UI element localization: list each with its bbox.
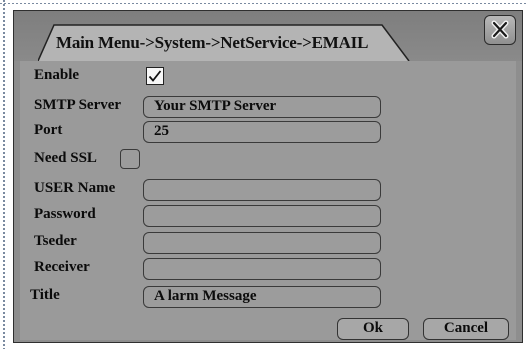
- title-bar: Main Menu->System->NetService->EMAIL: [14, 11, 522, 61]
- checkmark-icon: [148, 70, 162, 82]
- title-label: Title: [30, 287, 60, 303]
- sender-row: Tseder: [20, 231, 516, 255]
- enable-label: Enable: [34, 67, 80, 83]
- need-ssl-row: Need SSL: [20, 148, 516, 172]
- need-ssl-checkbox[interactable]: [120, 149, 140, 169]
- enable-row: Enable: [20, 65, 516, 89]
- close-button[interactable]: [484, 15, 516, 45]
- smtp-server-input[interactable]: Your SMTP Server: [143, 96, 381, 118]
- sender-input[interactable]: [143, 232, 381, 254]
- receiver-input[interactable]: [143, 258, 381, 280]
- smtp-server-row: SMTP Server Your SMTP Server: [20, 95, 516, 119]
- port-input[interactable]: 25: [143, 121, 381, 143]
- ok-button[interactable]: Ok: [337, 318, 409, 340]
- receiver-row: Receiver: [20, 257, 516, 281]
- title-row: Title A larm Message: [20, 285, 516, 309]
- user-name-label: USER Name: [34, 180, 116, 196]
- password-row: Password: [20, 204, 516, 228]
- smtp-server-label: SMTP Server: [34, 97, 122, 113]
- breadcrumb: Main Menu->System->NetService->EMAIL: [56, 33, 369, 52]
- title-input[interactable]: A larm Message: [143, 286, 381, 308]
- user-name-row: USER Name: [20, 178, 516, 202]
- enable-checkbox[interactable]: [146, 67, 164, 85]
- password-input[interactable]: [143, 205, 381, 227]
- email-settings-dialog: Main Menu->System->NetService->EMAIL Ena…: [13, 10, 523, 343]
- user-name-input[interactable]: [143, 179, 381, 201]
- receiver-label: Receiver: [34, 259, 90, 275]
- sender-label: Tseder: [34, 233, 77, 249]
- background-dotted-border-top: [0, 3, 526, 4]
- port-label: Port: [34, 122, 63, 138]
- breadcrumb-tab: Main Menu->System->NetService->EMAIL: [38, 24, 410, 61]
- settings-panel: Enable SMTP Server Your SMTP Server Port…: [20, 61, 516, 340]
- port-row: Port 25: [20, 120, 516, 144]
- close-x-icon: [491, 20, 509, 39]
- cancel-button[interactable]: Cancel: [423, 318, 509, 340]
- need-ssl-label: Need SSL: [34, 150, 97, 166]
- background-dotted-border-left: [3, 0, 5, 349]
- password-label: Password: [34, 206, 96, 222]
